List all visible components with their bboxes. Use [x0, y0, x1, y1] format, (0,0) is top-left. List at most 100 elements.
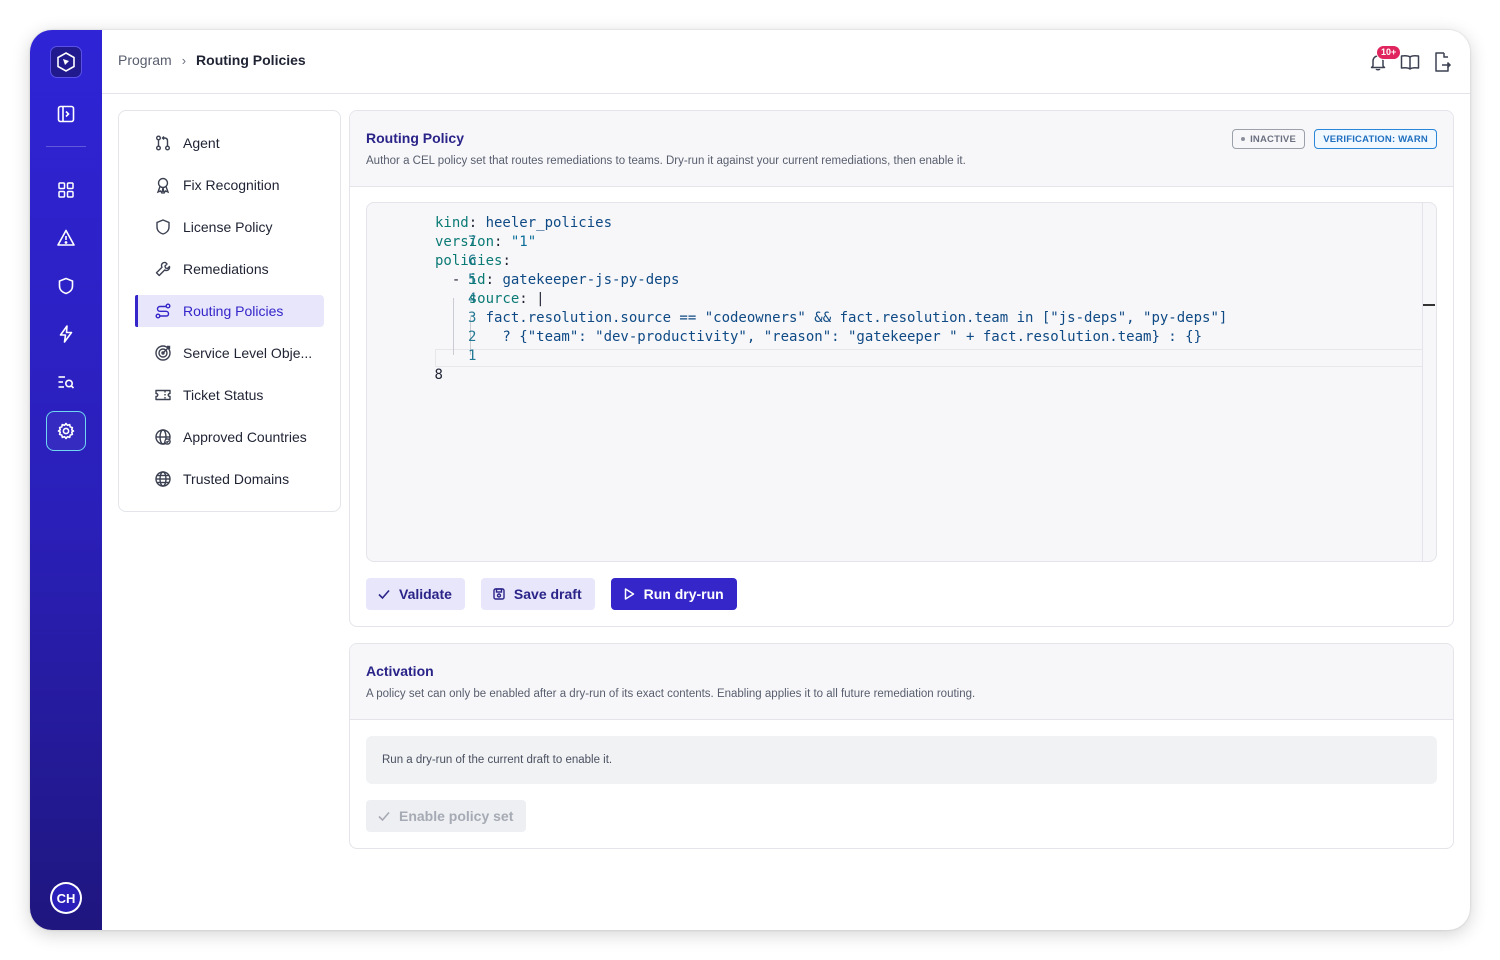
- code-text: kind: heeler_policies: [435, 215, 613, 231]
- status-dot-icon: [1241, 137, 1246, 141]
- status-badge: INACTIVE: [1232, 129, 1305, 149]
- card-description: Author a CEL policy set that routes reme…: [366, 155, 966, 167]
- gear-icon: [57, 422, 75, 440]
- subnav-label: License Policy: [183, 219, 273, 235]
- line-number: 8: [434, 367, 443, 383]
- breadcrumb-current: Routing Policies: [196, 52, 306, 68]
- subnav-item-routing-policies[interactable]: Routing Policies: [135, 295, 324, 327]
- rail-dashboard[interactable]: [46, 170, 86, 210]
- rail-automations[interactable]: [46, 314, 86, 354]
- policy-actions: Validate Save draft Run dry-run: [366, 578, 737, 610]
- lightning-icon: [59, 325, 73, 343]
- code-line: 8: [367, 347, 442, 383]
- chevron-right-icon: ›: [181, 52, 187, 68]
- rail-alerts[interactable]: [46, 218, 86, 258]
- code-text: policies:: [435, 253, 511, 269]
- user-avatar[interactable]: CH: [50, 882, 82, 914]
- route-icon: [153, 301, 173, 321]
- subnav-label: Trusted Domains: [183, 471, 290, 487]
- subnav-label: Routing Policies: [183, 303, 284, 319]
- app-window: CH Program › Routing Policies 10+ Agent …: [30, 30, 1470, 930]
- code-line: 3 source: |: [367, 290, 545, 326]
- warning-icon: [57, 229, 75, 246]
- rail-security[interactable]: [46, 266, 86, 306]
- code-line: 7 kind: heeler_policies: [367, 214, 612, 250]
- notifications-button[interactable]: 10+: [1366, 45, 1402, 74]
- shield-icon: [58, 277, 74, 295]
- status-badge-label: INACTIVE: [1250, 133, 1296, 145]
- check-icon: [377, 809, 391, 823]
- export-button[interactable]: [1430, 50, 1454, 74]
- subnav-item-remediations[interactable]: Remediations: [135, 253, 324, 285]
- subnav-item-ticket-status[interactable]: Ticket Status: [135, 379, 324, 411]
- code-text: source: |: [468, 291, 545, 307]
- validate-label: Validate: [399, 586, 452, 602]
- rail-settings[interactable]: [46, 411, 86, 451]
- card-description: A policy set can only be enabled after a…: [366, 688, 976, 700]
- breadcrumb-program[interactable]: Program: [118, 52, 172, 68]
- file-export-icon: [1435, 52, 1452, 72]
- code-text: - id: gatekeeper-js-py-deps: [435, 272, 680, 288]
- settings-subnav: Agent Fix Recognition License Policy Rem…: [118, 110, 341, 512]
- wrench-icon: [153, 259, 173, 279]
- save-draft-label: Save draft: [513, 586, 582, 602]
- subnav-label: Fix Recognition: [183, 177, 280, 193]
- run-dry-run-button[interactable]: Run dry-run: [610, 578, 737, 610]
- code-text: version: "1": [435, 234, 537, 250]
- sidebar-toggle-icon: [57, 105, 75, 123]
- code-line: 2 fact.resolution.source == "codeowners"…: [367, 309, 1227, 345]
- subnav-item-approved-countries[interactable]: Approved Countries: [135, 421, 324, 453]
- globe-icon: [153, 427, 173, 447]
- scroll-marker: [1423, 304, 1435, 306]
- breadcrumb: Program › Routing Policies: [118, 52, 306, 68]
- play-icon: [622, 587, 636, 601]
- editor-scrollbar[interactable]: [1422, 203, 1436, 561]
- primary-rail: CH: [30, 30, 102, 930]
- save-icon: [492, 587, 506, 601]
- subnav-label: Service Level Obje...: [183, 345, 313, 361]
- rail-divider: [46, 146, 86, 147]
- subnav-item-trusted-domains[interactable]: Trusted Domains: [135, 463, 324, 495]
- current-line-highlight: [435, 349, 1423, 367]
- verification-badge-label: VERIFICATION: WARN: [1323, 133, 1428, 145]
- routing-policy-card: Routing Policy Author a CEL policy set t…: [349, 110, 1454, 627]
- shield-icon: [153, 217, 173, 237]
- dry-run-required-notice: Run a dry-run of the current draft to en…: [366, 736, 1437, 784]
- activation-header: Activation A policy set can only be enab…: [350, 644, 1453, 720]
- ticket-icon: [153, 385, 173, 405]
- code-text: ? {"team": "dev-productivity", "reason":…: [435, 329, 1203, 345]
- run-dry-run-label: Run dry-run: [643, 586, 724, 602]
- enable-policy-set-button[interactable]: Enable policy set: [366, 800, 527, 832]
- activation-card: Activation A policy set can only be enab…: [349, 643, 1454, 849]
- subnav-label: Agent: [183, 135, 220, 151]
- list-search-icon: [58, 376, 75, 389]
- app-logo[interactable]: [50, 46, 82, 78]
- target-icon: [153, 343, 173, 363]
- validate-button[interactable]: Validate: [366, 578, 465, 610]
- save-draft-button[interactable]: Save draft: [480, 578, 595, 610]
- subnav-item-fix-recognition[interactable]: Fix Recognition: [135, 169, 324, 201]
- code-text: fact.resolution.source == "codeowners" &…: [435, 310, 1228, 326]
- dashboard-icon: [58, 182, 74, 198]
- award-icon: [153, 175, 173, 195]
- policy-code-editor[interactable]: 7 kind: heeler_policies 6 version: "1" 5…: [366, 202, 1437, 562]
- user-initials: CH: [52, 884, 80, 912]
- subnav-item-agent[interactable]: Agent: [135, 127, 324, 159]
- book-open-icon: [1400, 54, 1420, 70]
- rail-search[interactable]: [46, 362, 86, 402]
- check-icon: [377, 587, 391, 601]
- top-header: Program › Routing Policies 10+: [102, 30, 1470, 94]
- subnav-item-service-level-objectives[interactable]: Service Level Obje...: [135, 337, 324, 369]
- subnav-label: Approved Countries: [183, 429, 307, 445]
- collapse-sidebar-button[interactable]: [46, 94, 86, 134]
- verification-badge: VERIFICATION: WARN: [1314, 129, 1437, 149]
- logo-icon: [57, 52, 75, 72]
- subnav-item-license-policy[interactable]: License Policy: [135, 211, 324, 243]
- code-line: 6 version: "1": [367, 233, 536, 269]
- enable-policy-set-label: Enable policy set: [399, 808, 514, 824]
- header-actions: 10+: [1366, 45, 1454, 74]
- git-pull-request-icon: [153, 133, 173, 153]
- docs-button[interactable]: [1398, 50, 1422, 74]
- code-line: 5 policies:: [367, 252, 511, 288]
- code-line: 4 - id: gatekeeper-js-py-deps: [367, 271, 680, 307]
